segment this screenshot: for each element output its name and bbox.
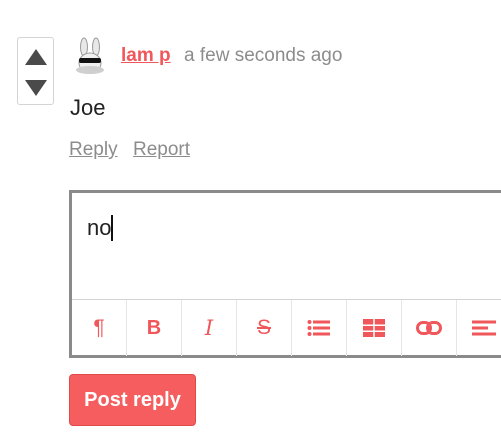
reply-text-area[interactable]: no [87, 215, 114, 241]
comment-timestamp: a few seconds ago [184, 45, 343, 66]
align-button[interactable] [457, 300, 501, 356]
italic-button[interactable]: I [182, 300, 237, 356]
bold-button[interactable]: B [127, 300, 182, 356]
reply-editor[interactable]: no ¶ B I S [69, 190, 501, 358]
avatar[interactable] [70, 37, 110, 77]
triangle-down-icon [24, 80, 47, 96]
bulleted-list-icon [307, 320, 330, 336]
paragraph-button[interactable]: ¶ [72, 300, 127, 356]
strikethrough-icon: S [256, 316, 271, 339]
italic-icon: I [204, 316, 214, 340]
text-caret [111, 215, 114, 241]
downvote-button[interactable] [18, 74, 53, 102]
comment-author-link[interactable]: lam p [121, 44, 171, 68]
table-icon [363, 319, 385, 337]
upvote-button[interactable] [18, 43, 53, 71]
triangle-up-icon [24, 49, 47, 65]
bunny-avatar-icon [76, 37, 104, 74]
reply-link[interactable]: Reply [69, 138, 118, 162]
editor-toolbar: ¶ B I S [72, 299, 501, 356]
link-button[interactable] [402, 300, 457, 356]
report-link[interactable]: Report [133, 138, 190, 162]
bulleted-list-button[interactable] [292, 300, 347, 356]
vote-box [17, 37, 54, 105]
reply-text-content: no [87, 215, 112, 240]
align-icon [472, 320, 496, 336]
comment-body: Joe [70, 95, 106, 120]
bold-icon: B [146, 316, 162, 339]
table-button[interactable] [347, 300, 402, 356]
link-icon [416, 321, 442, 335]
post-reply-button[interactable]: Post reply [69, 374, 196, 426]
paragraph-icon: ¶ [93, 316, 105, 339]
strikethrough-button[interactable]: S [237, 300, 292, 356]
